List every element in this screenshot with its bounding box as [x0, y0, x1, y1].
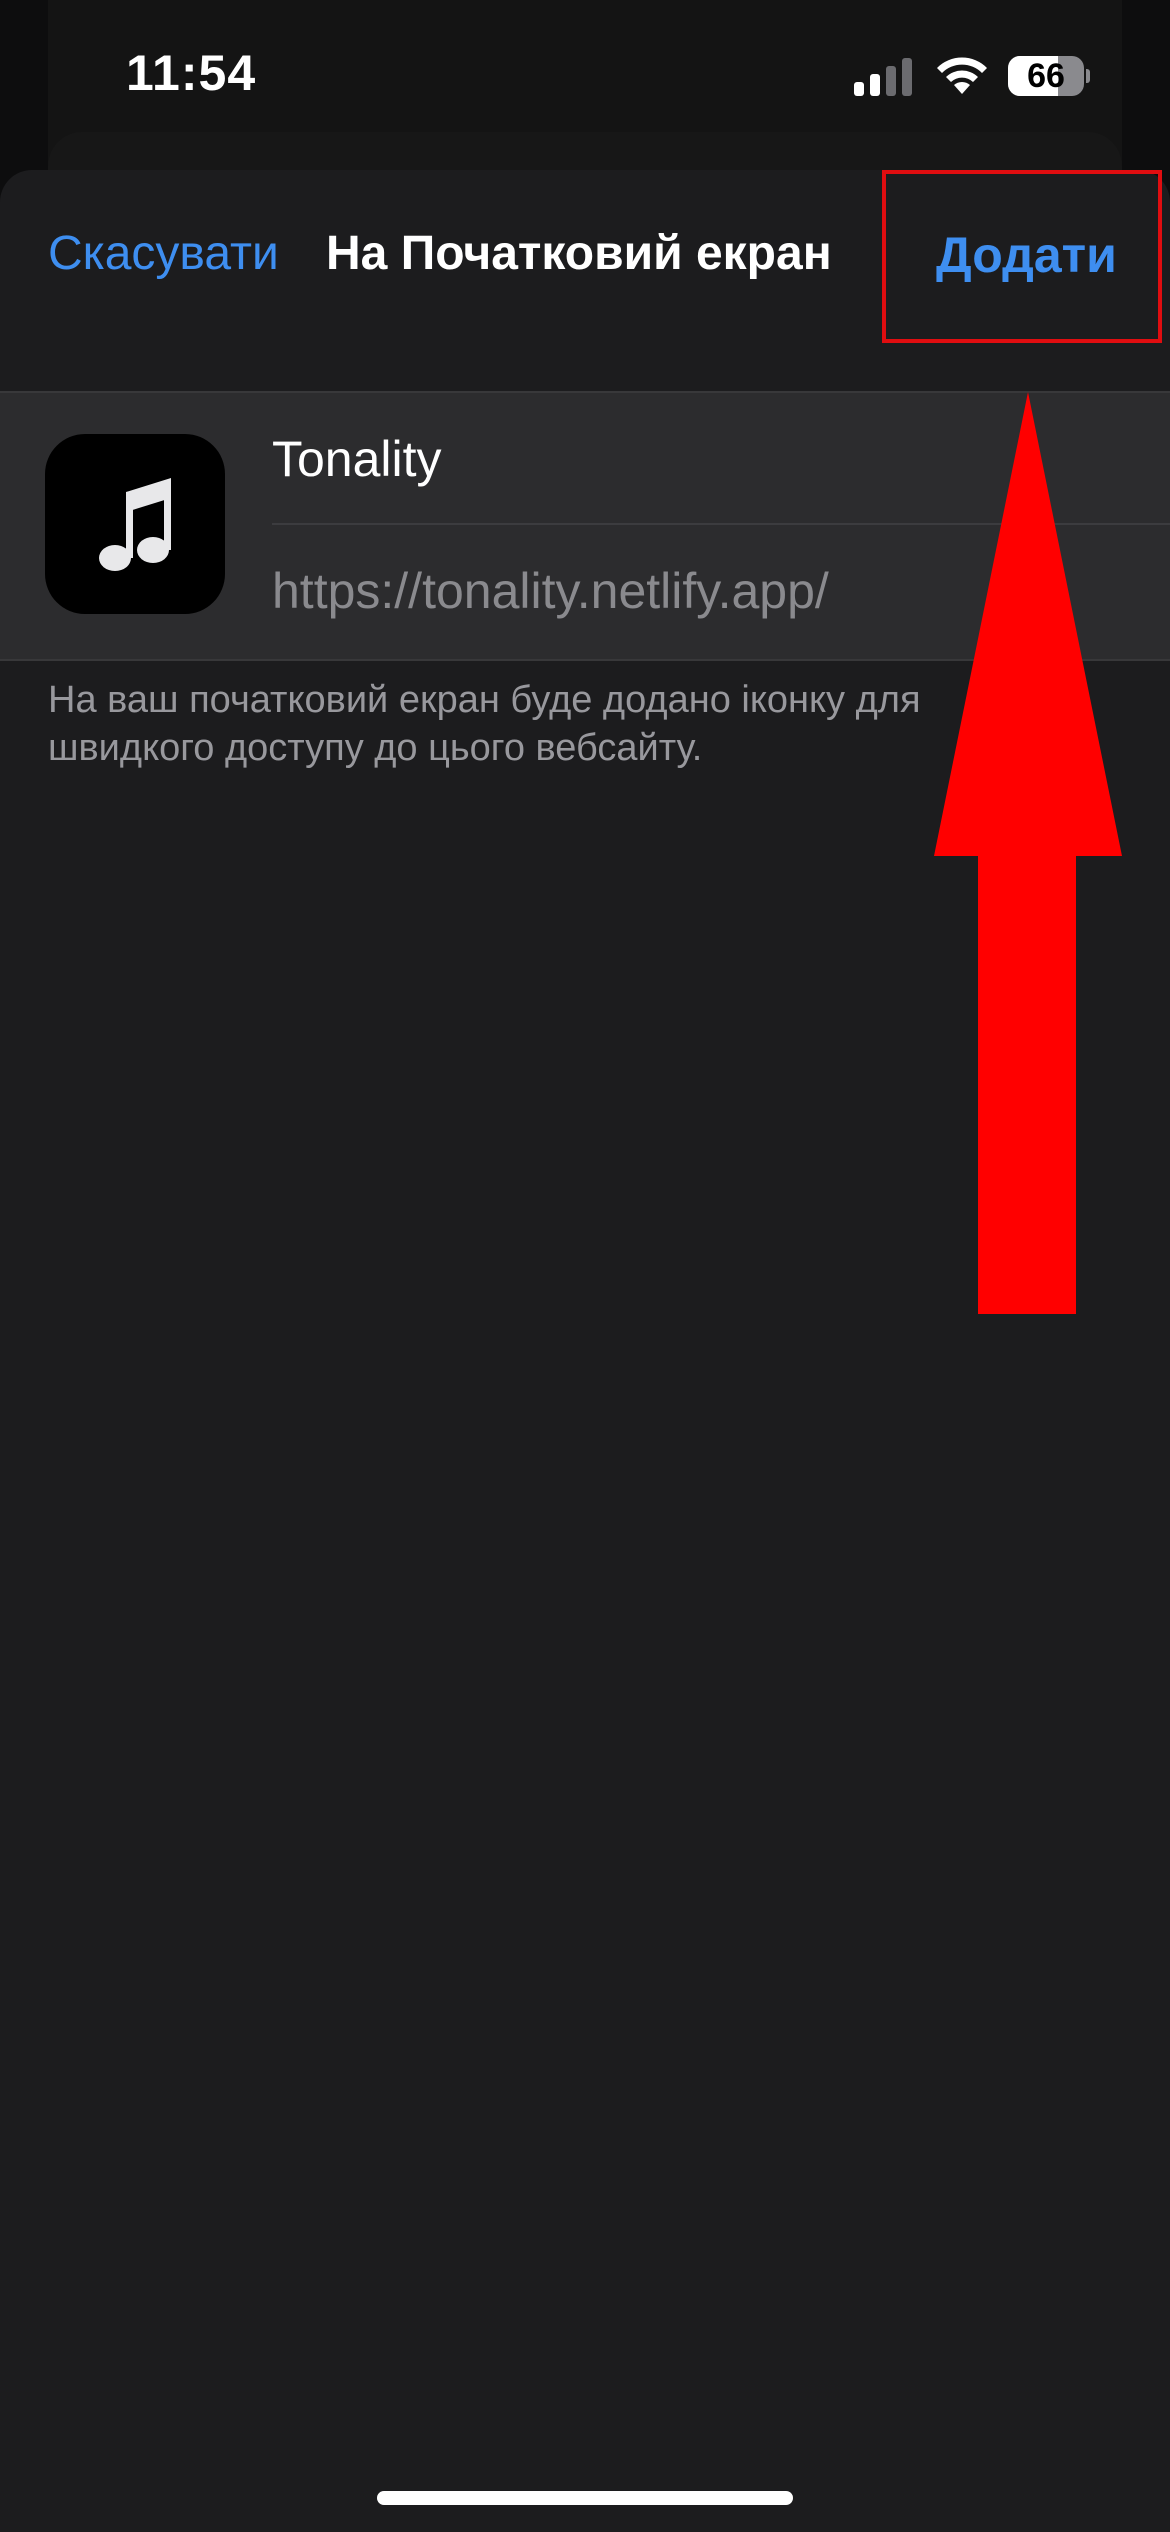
app-url: https://tonality.netlify.app/	[272, 563, 829, 619]
status-time: 11:54	[126, 45, 257, 101]
music-note-icon	[99, 478, 171, 571]
footnote-text: На ваш початковий екран буде додано ікон…	[48, 679, 921, 769]
home-indicator[interactable]	[377, 2491, 793, 2505]
cellular-signal-icon	[854, 58, 916, 96]
screen: 11:54 66 Скасувати На Початковий екран Д…	[0, 0, 1170, 2532]
cancel-button[interactable]: Скасувати	[48, 226, 279, 281]
sheet-title: На Початковий екран	[326, 227, 832, 280]
highlight-box	[882, 170, 1162, 343]
battery-icon: 66	[1008, 56, 1090, 96]
red-arrow-annotation	[934, 392, 1122, 1314]
battery-level: 66	[1027, 57, 1065, 95]
app-icon	[45, 434, 225, 614]
app-name-field[interactable]: Tonality	[272, 430, 442, 488]
wifi-icon	[937, 57, 987, 94]
